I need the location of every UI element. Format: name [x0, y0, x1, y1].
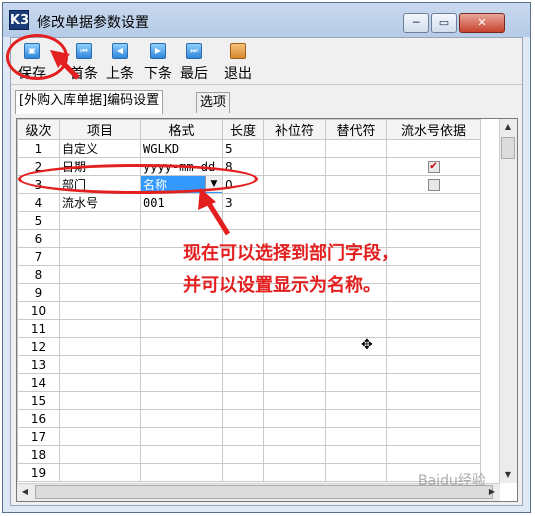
annotation-line-1: 现在可以选择到部门字段，: [183, 243, 399, 264]
mouse-cursor-icon: ✥: [361, 337, 373, 353]
annotation-line-2: 并可以设置显示为名称。: [183, 275, 381, 296]
annotation-text: 现在可以选择到部门字段， 并可以设置显示为名称。: [183, 238, 399, 302]
department-arrow: [205, 200, 231, 236]
save-arrow: [58, 58, 80, 80]
watermark: Baidu经验: [418, 473, 486, 489]
